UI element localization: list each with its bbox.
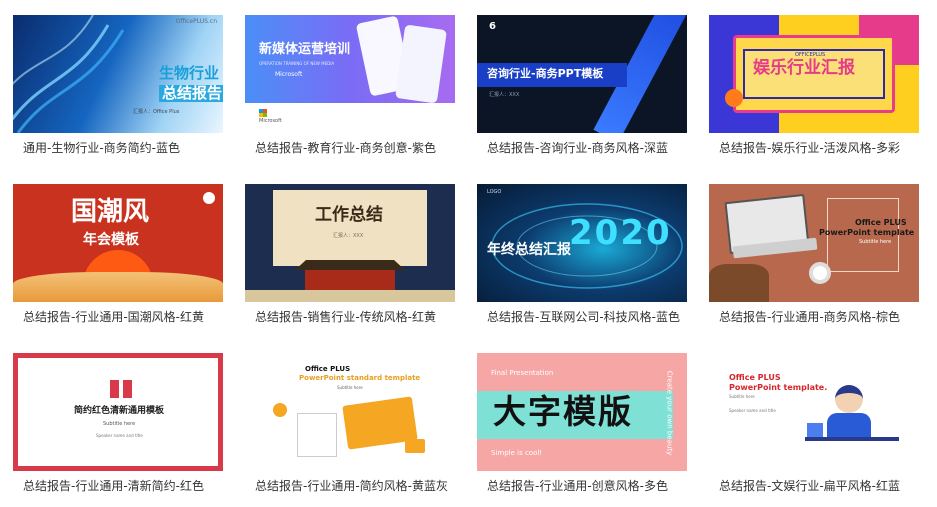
slide-title-line1: 生物行业 [159, 64, 220, 82]
top-text: Final Presentation [491, 369, 554, 377]
template-thumbnail[interactable]: Office PLUS PowerPoint standard template… [245, 353, 455, 471]
sponsor-label: Microsoft [275, 71, 303, 78]
ground-band [245, 290, 455, 302]
year-text: 2020 [569, 213, 672, 253]
template-caption[interactable]: 总结报告-行业通用-创意风格-多色 [487, 477, 668, 494]
slide-title-line2: 总结报告 [159, 84, 223, 103]
template-thumbnail[interactable]: Final Presentation 大字模版 Simple is cool! … [477, 353, 687, 471]
gift-ribbon [119, 380, 123, 398]
template-caption[interactable]: 总结报告-行业通用-简约风格-黄蓝灰 [255, 477, 448, 494]
template-thumbnail[interactable]: 新媒体运营培训 OPERATION TRAINING OF NEW MEDIA … [245, 15, 455, 133]
template-thumbnail[interactable]: OFFICEPLUS 娱乐行业汇报 [709, 15, 919, 133]
template-thumbnail[interactable]: 简约红色清新通用模板 Subtitle here Speaker name an… [13, 353, 223, 471]
template-caption[interactable]: 通用-生物行业-商务简约-蓝色 [23, 139, 180, 156]
slide-subtitle: Subtitle here [859, 239, 892, 245]
slide-title: 简约红色清新通用模板 [74, 406, 165, 416]
template-caption[interactable]: 总结报告-销售行业-传统风格-红黄 [255, 308, 436, 325]
slide-title: 咨询行业-商务PPT模板 [487, 67, 604, 80]
slide-title: 娱乐行业汇报 [753, 58, 855, 78]
side-text: Create your own beauty [665, 370, 674, 456]
monitor-graphic [807, 423, 823, 437]
template-thumbnail[interactable]: Office PLUS PowerPoint template Subtitle… [709, 184, 919, 302]
coffee-cup-graphic [273, 403, 287, 417]
cloud-band [13, 272, 223, 302]
slide-title: 年终总结汇报 [487, 242, 571, 258]
template-caption[interactable]: 总结报告-行业通用-清新简约-红色 [23, 477, 204, 494]
template-thumbnail[interactable]: OfficePLUS.cn 生物行业 总结报告 汇报人：Office Plus [13, 15, 223, 133]
logo-text: 6 [489, 21, 496, 32]
slide-title-line2: PowerPoint template. [729, 383, 828, 392]
template-thumbnail[interactable]: Office PLUS PowerPoint template. Subtitl… [709, 353, 919, 471]
slide-subtitle: Subtitle here [337, 385, 363, 390]
presenter-meta: Speaker name and title [96, 433, 143, 438]
slide-subtitle: 年会模板 [83, 232, 139, 248]
template-thumbnail[interactable]: LOGO 2020 年终总结汇报 [477, 184, 687, 302]
slide-title: 大字模版 [493, 392, 633, 431]
circle-decor [725, 89, 743, 107]
template-caption[interactable]: 总结报告-行业通用-商务风格-棕色 [719, 308, 900, 325]
slide-subtitle: Subtitle here [103, 421, 136, 427]
slide-title-line2: PowerPoint template [819, 228, 915, 237]
palace-roof [295, 260, 405, 270]
microsoft-icon [259, 109, 267, 117]
template-thumbnail[interactable]: 国潮风 年会模板 [13, 184, 223, 302]
footer-logo-text: Microsoft [259, 118, 282, 124]
template-caption[interactable]: 总结报告-互联网公司-科技风格-蓝色 [487, 308, 680, 325]
phone-mockup [395, 24, 447, 104]
slide-title-line2: PowerPoint standard template [299, 374, 421, 382]
slide-subtitle: Subtitle here [729, 394, 755, 399]
paper-panel [273, 190, 427, 266]
template-caption[interactable]: 总结报告-文娱行业-扁平风格-红蓝 [719, 477, 900, 494]
presenter-meta: 汇报人：XXX [489, 92, 520, 98]
bottom-text: Simple is cool! [491, 449, 543, 457]
template-caption[interactable]: 总结报告-教育行业-商务创意-紫色 [255, 139, 436, 156]
slide-title-line1: Office PLUS [855, 218, 907, 227]
slide-subtitle: OPERATION TRAINING OF NEW MEDIA [259, 61, 335, 66]
desk-graphic [805, 437, 899, 441]
slide-title: 工作总结 [315, 205, 383, 225]
presenter-meta: Speaker name and title [729, 408, 776, 413]
template-thumbnail[interactable]: 6 咨询行业-商务PPT模板 汇报人：XXX [477, 15, 687, 133]
slide-title-line1: Office PLUS [305, 365, 351, 373]
slide-title: 新媒体运营培训 [259, 42, 351, 57]
template-thumbnail[interactable]: 工作总结 汇报人：XXX [245, 184, 455, 302]
slide-title: 国潮风 [71, 197, 150, 227]
document-graphic [297, 413, 337, 457]
presenter-meta: 汇报人：Office Plus [133, 109, 180, 115]
hand-graphic [709, 264, 769, 302]
slide-title-line1: Office PLUS [729, 373, 781, 382]
folder-graphic [405, 439, 425, 453]
template-caption[interactable]: 总结报告-咨询行业-商务风格-深蓝 [487, 139, 668, 156]
template-caption[interactable]: 总结报告-行业通用-国潮风格-红黄 [23, 308, 204, 325]
brand-label: OfficePLUS.cn [175, 18, 217, 25]
template-caption[interactable]: 总结报告-娱乐行业-活泼风格-多彩 [719, 139, 900, 156]
logo-icon [203, 192, 215, 204]
presenter-meta: 汇报人：XXX [333, 233, 364, 239]
logo-text: LOGO [487, 189, 502, 195]
person-head-graphic [835, 385, 863, 413]
